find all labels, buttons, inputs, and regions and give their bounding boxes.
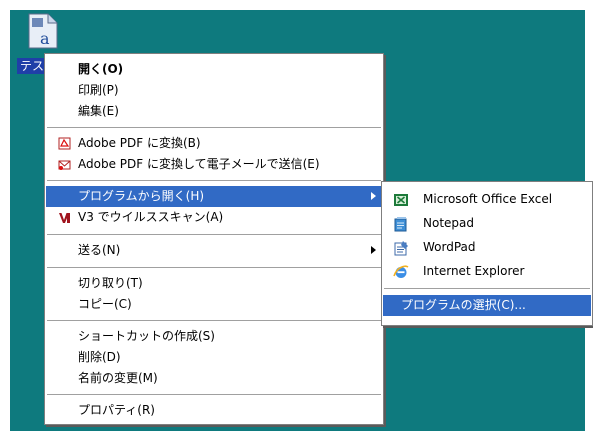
submenu-item-excel[interactable]: Microsoft Office Excel — [383, 189, 591, 210]
menu-item-open[interactable]: 開く(O) — [46, 59, 382, 80]
menu-item-label: 編集(E) — [78, 104, 119, 118]
menu-item-v3-scan[interactable]: V3 でウイルススキャン(A) — [46, 207, 382, 228]
submenu-item-notepad[interactable]: Notepad — [383, 213, 591, 234]
open-with-submenu: Microsoft Office Excel Notepad WordPad I… — [381, 181, 593, 326]
menu-item-edit[interactable]: 編集(E) — [46, 101, 382, 122]
menu-separator — [384, 288, 590, 289]
submenu-item-wordpad[interactable]: WordPad — [383, 237, 591, 258]
image-frame — [0, 431, 593, 440]
submenu-item-label: WordPad — [423, 240, 476, 254]
text-file-icon[interactable]: a — [26, 12, 60, 50]
submenu-item-label: プログラムの選択(C)... — [401, 298, 526, 312]
menu-item-label: 送る(N) — [78, 243, 121, 257]
svg-text:a: a — [40, 29, 50, 48]
submenu-arrow-icon — [371, 246, 376, 254]
pdf-mail-icon — [58, 160, 71, 170]
menu-item-label: 印刷(P) — [78, 83, 119, 97]
menu-item-print[interactable]: 印刷(P) — [46, 80, 382, 101]
menu-item-copy[interactable]: コピー(C) — [46, 294, 382, 315]
menu-item-open-with[interactable]: プログラムから開く(H) — [46, 186, 382, 207]
menu-separator — [47, 267, 381, 268]
image-frame — [0, 0, 593, 10]
menu-item-create-shortcut[interactable]: ショートカットの作成(S) — [46, 326, 382, 347]
menu-item-convert-pdf-email[interactable]: Adobe PDF に変換して電子メールで送信(E) — [46, 154, 382, 175]
menu-item-label: プログラムから開く(H) — [78, 189, 205, 203]
image-frame — [0, 0, 10, 440]
menu-item-label: Adobe PDF に変換(B) — [78, 136, 201, 150]
menu-separator — [47, 234, 381, 235]
context-menu: 開く(O) 印刷(P) 編集(E) Adobe PDF に変換(B) Adobe… — [44, 53, 384, 425]
excel-icon — [394, 194, 408, 206]
menu-item-convert-pdf[interactable]: Adobe PDF に変換(B) — [46, 133, 382, 154]
submenu-arrow-icon — [371, 192, 376, 200]
menu-item-send-to[interactable]: 送る(N) — [46, 240, 382, 261]
menu-separator — [47, 180, 381, 181]
menu-separator — [47, 394, 381, 395]
notepad-icon — [394, 217, 407, 232]
menu-item-cut[interactable]: 切り取り(T) — [46, 273, 382, 294]
menu-separator — [47, 127, 381, 128]
submenu-item-label: Internet Explorer — [423, 264, 525, 278]
submenu-item-choose-program[interactable]: プログラムの選択(C)... — [383, 295, 591, 316]
menu-item-label: コピー(C) — [78, 297, 132, 311]
menu-item-label: 名前の変更(M) — [78, 371, 158, 385]
menu-item-delete[interactable]: 削除(D) — [46, 347, 382, 368]
submenu-item-label: Microsoft Office Excel — [423, 192, 553, 206]
menu-item-label: 切り取り(T) — [78, 276, 143, 290]
menu-separator — [47, 320, 381, 321]
internet-explorer-icon — [393, 265, 409, 278]
v3-icon — [59, 213, 70, 223]
desktop: a テスト 開く(O) 印刷(P) 編集(E) Adobe PDF に変換(B) — [0, 0, 593, 440]
menu-item-properties[interactable]: プロパティ(R) — [46, 400, 382, 421]
pdf-icon — [58, 137, 71, 150]
menu-item-label: ショートカットの作成(S) — [78, 329, 215, 343]
menu-item-label: 削除(D) — [78, 350, 121, 364]
menu-item-label: V3 でウイルススキャン(A) — [78, 210, 224, 224]
menu-item-rename[interactable]: 名前の変更(M) — [46, 368, 382, 389]
submenu-item-label: Notepad — [423, 216, 474, 230]
menu-item-label: 開く(O) — [78, 62, 124, 76]
menu-item-label: Adobe PDF に変換して電子メールで送信(E) — [78, 157, 320, 171]
wordpad-icon — [394, 241, 408, 256]
submenu-item-internet-explorer[interactable]: Internet Explorer — [383, 261, 591, 282]
menu-item-label: プロパティ(R) — [78, 403, 155, 417]
